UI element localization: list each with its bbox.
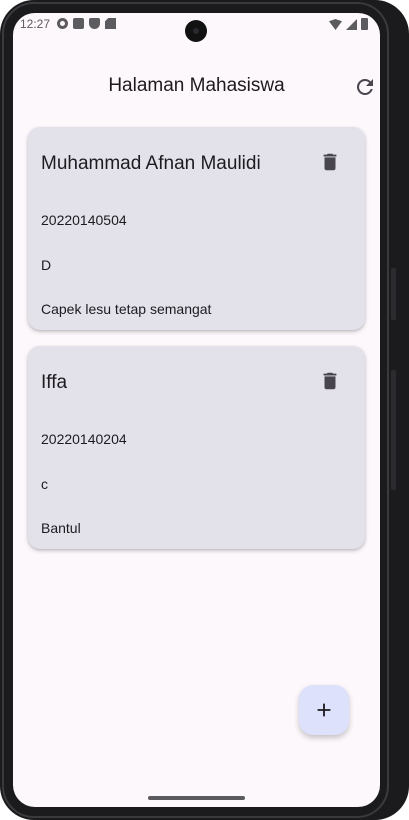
student-card[interactable]: Muhammad Afnan Maulidi 20220140504 D Cap… xyxy=(28,127,365,330)
gear-icon xyxy=(57,18,68,29)
page-title: Halaman Mahasiswa xyxy=(108,75,285,96)
student-nim: 20220140204 xyxy=(41,431,127,447)
signal-icon xyxy=(346,19,357,30)
student-name: Muhammad Afnan Maulidi xyxy=(41,153,261,174)
delete-button[interactable] xyxy=(319,151,341,173)
battery-icon xyxy=(361,18,368,30)
status-time: 12:27 xyxy=(20,17,51,31)
student-card[interactable]: Iffa 20220140204 c Bantul xyxy=(28,346,365,549)
delete-button[interactable] xyxy=(319,370,341,392)
refresh-button[interactable] xyxy=(353,75,377,99)
student-name: Iffa xyxy=(41,372,68,393)
trash-icon xyxy=(323,372,337,390)
student-class: c xyxy=(41,476,48,492)
status-bar: 12:27 xyxy=(13,13,380,42)
gesture-nav-bar[interactable] xyxy=(148,796,245,800)
status-left-icons xyxy=(57,18,116,29)
student-address: Bantul xyxy=(41,520,81,536)
wifi-icon xyxy=(329,19,342,30)
power-button xyxy=(391,268,396,320)
sd-card-icon xyxy=(105,18,116,29)
student-class: D xyxy=(41,257,52,273)
student-address: Capek lesu tetap semangat xyxy=(41,301,212,317)
student-nim: 20220140504 xyxy=(41,212,127,228)
front-camera xyxy=(185,20,207,42)
phone-frame: 12:27 Halaman Mahasiswa Muhammad Afnan M… xyxy=(0,0,409,820)
plus-icon xyxy=(317,703,331,717)
trash-icon xyxy=(323,153,337,171)
app-screen: 12:27 Halaman Mahasiswa Muhammad Afnan M… xyxy=(13,13,380,807)
app-bar: Halaman Mahasiswa xyxy=(13,65,380,109)
a-icon xyxy=(73,18,84,29)
shield-icon xyxy=(89,18,100,29)
refresh-icon xyxy=(357,79,373,95)
add-student-button[interactable] xyxy=(299,685,349,735)
volume-button xyxy=(391,370,396,490)
status-right-icons xyxy=(329,18,368,30)
